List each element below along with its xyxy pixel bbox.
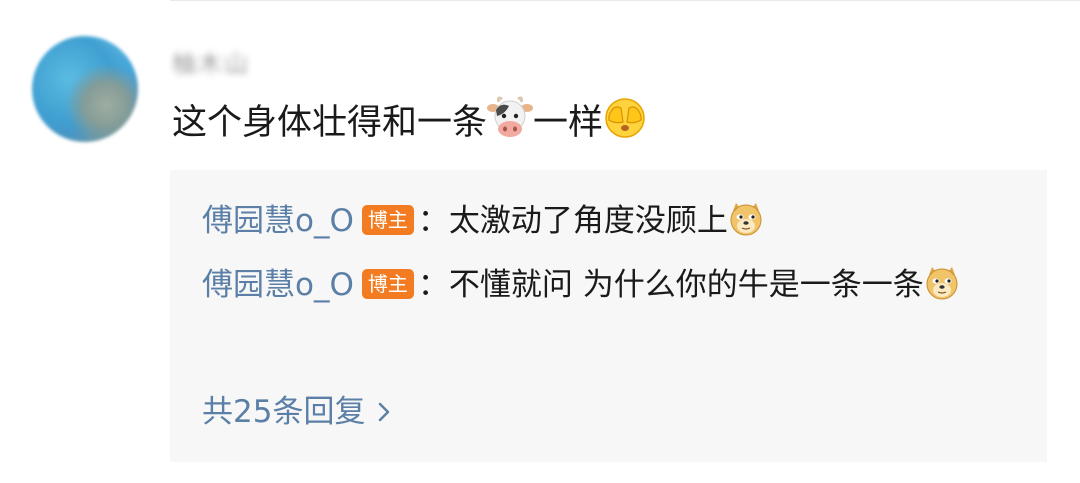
reply-text: 太激动了角度没顾上	[448, 203, 728, 239]
doge-icon	[924, 263, 960, 319]
comment-username[interactable]: 柚木山	[172, 44, 250, 79]
reply-item: 傅园慧o_O 博主 ：不懂就问 为什么你的牛是一条一条	[202, 257, 1032, 319]
more-replies-label: 共25条回复	[202, 394, 366, 430]
reply-author-link[interactable]: 傅园慧o_O	[202, 203, 354, 239]
replies-box: 傅园慧o_O 博主 ：太激动了角度没顾上 傅园慧o_O 博主 ：不懂就问 为什么你的牛是…	[170, 170, 1047, 462]
covering-face-icon	[603, 96, 647, 155]
doge-icon	[728, 199, 764, 255]
reply-item: 傅园慧o_O 博主 ：太激动了角度没顾上	[202, 193, 1032, 255]
reply-separator: ：	[417, 267, 449, 303]
comment-text-part1: 这个身体壮得和一条	[172, 103, 488, 143]
reply-author-link[interactable]: 傅园慧o_O	[202, 267, 354, 303]
more-replies-button[interactable]: 共25条回复	[202, 386, 391, 432]
reply-text: 不懂就问 为什么你的牛是一条一条	[448, 267, 924, 303]
comment-text: 这个身体壮得和一条 一样	[172, 96, 647, 155]
author-badge: 博主	[361, 205, 414, 235]
avatar[interactable]	[32, 36, 138, 142]
comment-text-part2: 一样	[533, 103, 604, 143]
chevron-right-icon	[377, 396, 391, 432]
comment-item: 柚木山 这个身体壮得和一条 一样 傅园慧o_O 博主：太激动了角度没顾上 傅园慧…	[0, 0, 1080, 483]
cow-face-icon	[487, 96, 534, 155]
reply-separator: ：	[417, 203, 449, 239]
author-badge: 博主	[361, 269, 414, 299]
